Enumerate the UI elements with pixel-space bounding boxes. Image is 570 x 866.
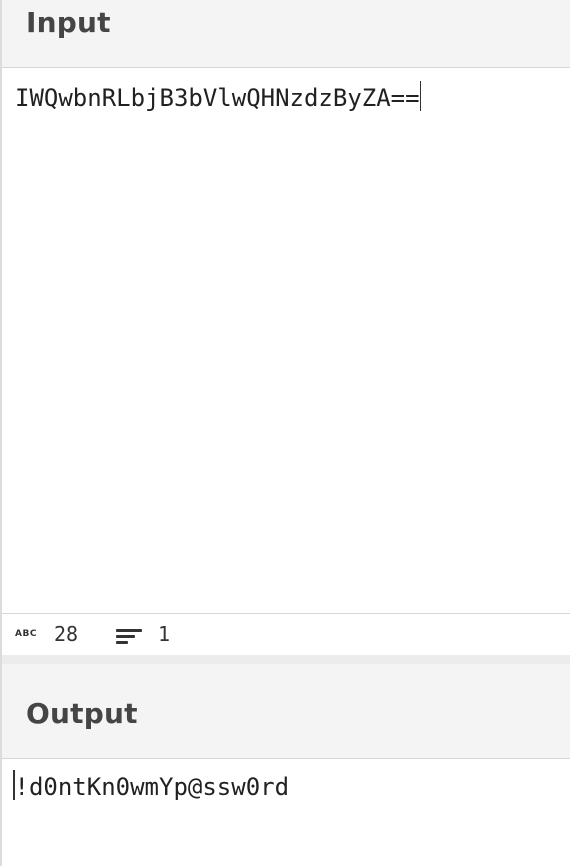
output-title: Output — [26, 697, 138, 730]
output-pane-header: Output — [2, 664, 570, 759]
app-window: Input IWQwbnRLbjB3bVlwQHNzdzByZA== ABC 2… — [0, 0, 570, 866]
abc-count-icon: ABC — [15, 629, 37, 639]
lines-icon — [116, 626, 142, 646]
input-text[interactable]: IWQwbnRLbjB3bVlwQHNzdzByZA== — [15, 84, 420, 112]
length-value: 28 — [53, 622, 79, 646]
lines-value: 1 — [158, 622, 171, 646]
length-stat: ABC 28 — [15, 622, 78, 646]
input-status-bar: ABC 28 1 — [2, 613, 570, 655]
input-title: Input — [26, 6, 111, 39]
text-caret — [419, 81, 422, 111]
input-pane-header: Input — [2, 0, 570, 68]
output-editor[interactable]: !d0ntKn0wmYp@ssw0rd — [2, 759, 570, 866]
lines-stat: 1 — [116, 622, 170, 646]
input-editor[interactable]: IWQwbnRLbjB3bVlwQHNzdzByZA== — [2, 68, 570, 613]
pane-divider[interactable] — [2, 655, 570, 664]
output-text[interactable]: !d0ntKn0wmYp@ssw0rd — [15, 773, 290, 801]
